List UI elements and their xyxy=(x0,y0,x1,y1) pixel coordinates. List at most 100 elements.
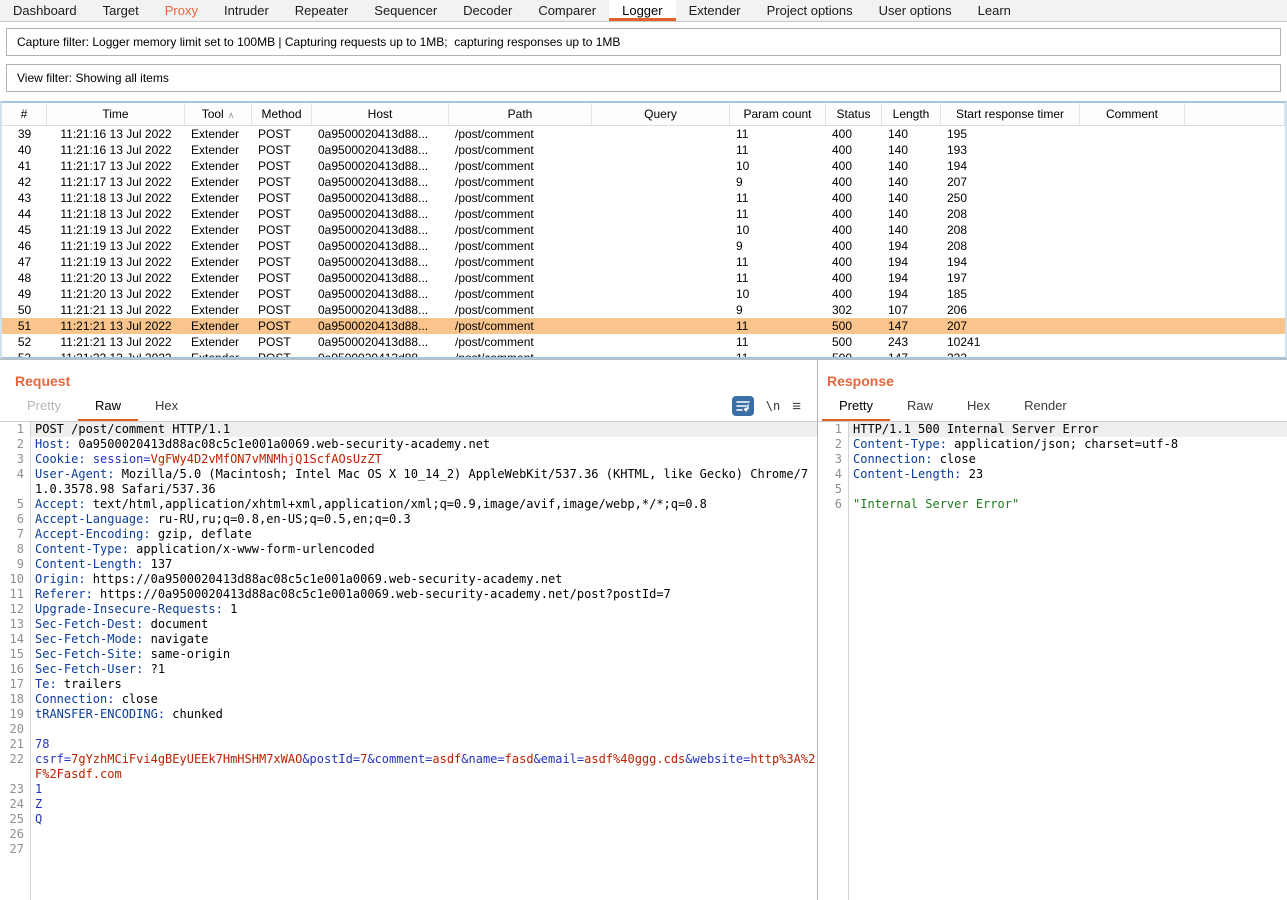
log-row[interactable]: 4511:21:19 13 Jul 2022ExtenderPOST0a9500… xyxy=(2,222,1285,238)
newline-icon[interactable]: \n xyxy=(766,399,780,413)
column-header-time[interactable]: Time xyxy=(47,103,185,125)
cell: 140 xyxy=(882,206,941,222)
request-editor[interactable]: 1POST /post/comment HTTP/1.12Host: 0a950… xyxy=(0,421,817,900)
cell: 147 xyxy=(882,318,941,334)
response-tab-raw[interactable]: Raw xyxy=(890,391,950,421)
log-row[interactable]: 5311:21:22 13 Jul 2022ExtenderPOST0a9500… xyxy=(2,350,1285,359)
tab-learn[interactable]: Learn xyxy=(965,0,1024,21)
line-number: 15 xyxy=(0,647,30,662)
cell xyxy=(1080,206,1185,222)
response-editor[interactable]: 1HTTP/1.1 500 Internal Server Error2Cont… xyxy=(818,421,1287,900)
log-row[interactable]: 4311:21:18 13 Jul 2022ExtenderPOST0a9500… xyxy=(2,190,1285,206)
tab-sequencer[interactable]: Sequencer xyxy=(361,0,450,21)
log-row[interactable]: 4911:21:20 13 Jul 2022ExtenderPOST0a9500… xyxy=(2,286,1285,302)
cell: 11:21:19 13 Jul 2022 xyxy=(47,238,185,254)
cell: 44 xyxy=(2,206,47,222)
column-header-host[interactable]: Host xyxy=(312,103,449,125)
cell: Extender xyxy=(185,302,252,318)
editor-line: 3Cookie: session=VgFWy4D2vMfON7vMNMhjQ1S… xyxy=(0,452,817,467)
cell: Extender xyxy=(185,286,252,302)
log-row[interactable]: 4611:21:19 13 Jul 2022ExtenderPOST0a9500… xyxy=(2,238,1285,254)
soft-wrap-icon[interactable] xyxy=(732,396,754,416)
cell: Extender xyxy=(185,350,252,359)
cell: POST xyxy=(252,350,312,359)
cell: 140 xyxy=(882,142,941,158)
log-row[interactable]: 4711:21:19 13 Jul 2022ExtenderPOST0a9500… xyxy=(2,254,1285,270)
message-editors: Request PrettyRawHex \n ≡ 1POST /post/co… xyxy=(0,359,1287,900)
cell xyxy=(1080,158,1185,174)
column-header-startresponsetimer[interactable]: Start response timer xyxy=(941,103,1080,125)
column-header-comment[interactable]: Comment xyxy=(1080,103,1185,125)
cell: 0a9500020413d88... xyxy=(312,126,449,142)
capture-filter-bar[interactable]: Capture filter: Logger memory limit set … xyxy=(6,28,1281,56)
column-header-tool[interactable]: Tool∧ xyxy=(185,103,252,125)
cell: 11:21:20 13 Jul 2022 xyxy=(47,286,185,302)
column-header-path[interactable]: Path xyxy=(449,103,592,125)
cell: Extender xyxy=(185,318,252,334)
column-header-query[interactable]: Query xyxy=(592,103,730,125)
editor-line: 2178 xyxy=(0,737,817,752)
log-row[interactable]: 3911:21:16 13 Jul 2022ExtenderPOST0a9500… xyxy=(2,126,1285,142)
tab-decoder[interactable]: Decoder xyxy=(450,0,525,21)
column-header-status[interactable]: Status xyxy=(826,103,882,125)
tab-comparer[interactable]: Comparer xyxy=(525,0,609,21)
tab-target[interactable]: Target xyxy=(90,0,152,21)
cell: 400 xyxy=(826,190,882,206)
tab-logger[interactable]: Logger xyxy=(609,0,675,21)
cell: 250 xyxy=(941,190,1080,206)
response-tab-pretty[interactable]: Pretty xyxy=(822,391,890,421)
log-row[interactable]: 4811:21:20 13 Jul 2022ExtenderPOST0a9500… xyxy=(2,270,1285,286)
request-tab-hex[interactable]: Hex xyxy=(138,391,195,421)
cell: Extender xyxy=(185,126,252,142)
cell xyxy=(592,174,730,190)
log-row[interactable]: 5111:21:21 13 Jul 2022ExtenderPOST0a9500… xyxy=(2,318,1285,334)
line-content: Upgrade-Insecure-Requests: 1 xyxy=(30,602,817,617)
view-filter-bar[interactable]: View filter: Showing all items xyxy=(6,64,1281,92)
line-content: Connection: close xyxy=(30,692,817,707)
editor-line: 6Accept-Language: ru-RU,ru;q=0.8,en-US;q… xyxy=(0,512,817,527)
line-number: 14 xyxy=(0,632,30,647)
tab-user-options[interactable]: User options xyxy=(866,0,965,21)
cell xyxy=(592,286,730,302)
log-table-header: #TimeTool∧MethodHostPathQueryParam count… xyxy=(2,103,1285,126)
log-row[interactable]: 5211:21:21 13 Jul 2022ExtenderPOST0a9500… xyxy=(2,334,1285,350)
line-number: 5 xyxy=(0,497,30,512)
column-header-method[interactable]: Method xyxy=(252,103,312,125)
cell: 0a9500020413d88... xyxy=(312,334,449,350)
line-content: Sec-Fetch-Mode: navigate xyxy=(30,632,817,647)
log-row[interactable]: 4111:21:17 13 Jul 2022ExtenderPOST0a9500… xyxy=(2,158,1285,174)
line-content: Sec-Fetch-Site: same-origin xyxy=(30,647,817,662)
log-row[interactable]: 5011:21:21 13 Jul 2022ExtenderPOST0a9500… xyxy=(2,302,1285,318)
response-tab-render[interactable]: Render xyxy=(1007,391,1084,421)
cell-filler xyxy=(1185,126,1285,142)
tab-proxy[interactable]: Proxy xyxy=(152,0,211,21)
cell: 9 xyxy=(730,302,826,318)
cell: 9 xyxy=(730,238,826,254)
line-number: 3 xyxy=(818,452,848,467)
line-content xyxy=(848,482,1287,497)
cell: 400 xyxy=(826,222,882,238)
log-row[interactable]: 4211:21:17 13 Jul 2022ExtenderPOST0a9500… xyxy=(2,174,1285,190)
log-row[interactable]: 4011:21:16 13 Jul 2022ExtenderPOST0a9500… xyxy=(2,142,1285,158)
request-tab-raw[interactable]: Raw xyxy=(78,391,138,421)
column-header-length[interactable]: Length xyxy=(882,103,941,125)
request-tab-pretty[interactable]: Pretty xyxy=(10,391,78,421)
log-row[interactable]: 4411:21:18 13 Jul 2022ExtenderPOST0a9500… xyxy=(2,206,1285,222)
editor-line: 1HTTP/1.1 500 Internal Server Error xyxy=(818,422,1287,437)
tab-repeater[interactable]: Repeater xyxy=(282,0,361,21)
tab-project-options[interactable]: Project options xyxy=(754,0,866,21)
cell xyxy=(1080,286,1185,302)
cell: 10 xyxy=(730,222,826,238)
column-header-paramcount[interactable]: Param count xyxy=(730,103,826,125)
cell: 500 xyxy=(826,318,882,334)
editor-line: 9Content-Length: 137 xyxy=(0,557,817,572)
cell: 0a9500020413d88... xyxy=(312,206,449,222)
tab-extender[interactable]: Extender xyxy=(676,0,754,21)
column-header-[interactable]: # xyxy=(2,103,47,125)
request-tabs: PrettyRawHex \n ≡ xyxy=(0,391,817,421)
cell-filler xyxy=(1185,222,1285,238)
tab-dashboard[interactable]: Dashboard xyxy=(0,0,90,21)
menu-icon[interactable]: ≡ xyxy=(792,398,801,415)
tab-intruder[interactable]: Intruder xyxy=(211,0,282,21)
response-tab-hex[interactable]: Hex xyxy=(950,391,1007,421)
